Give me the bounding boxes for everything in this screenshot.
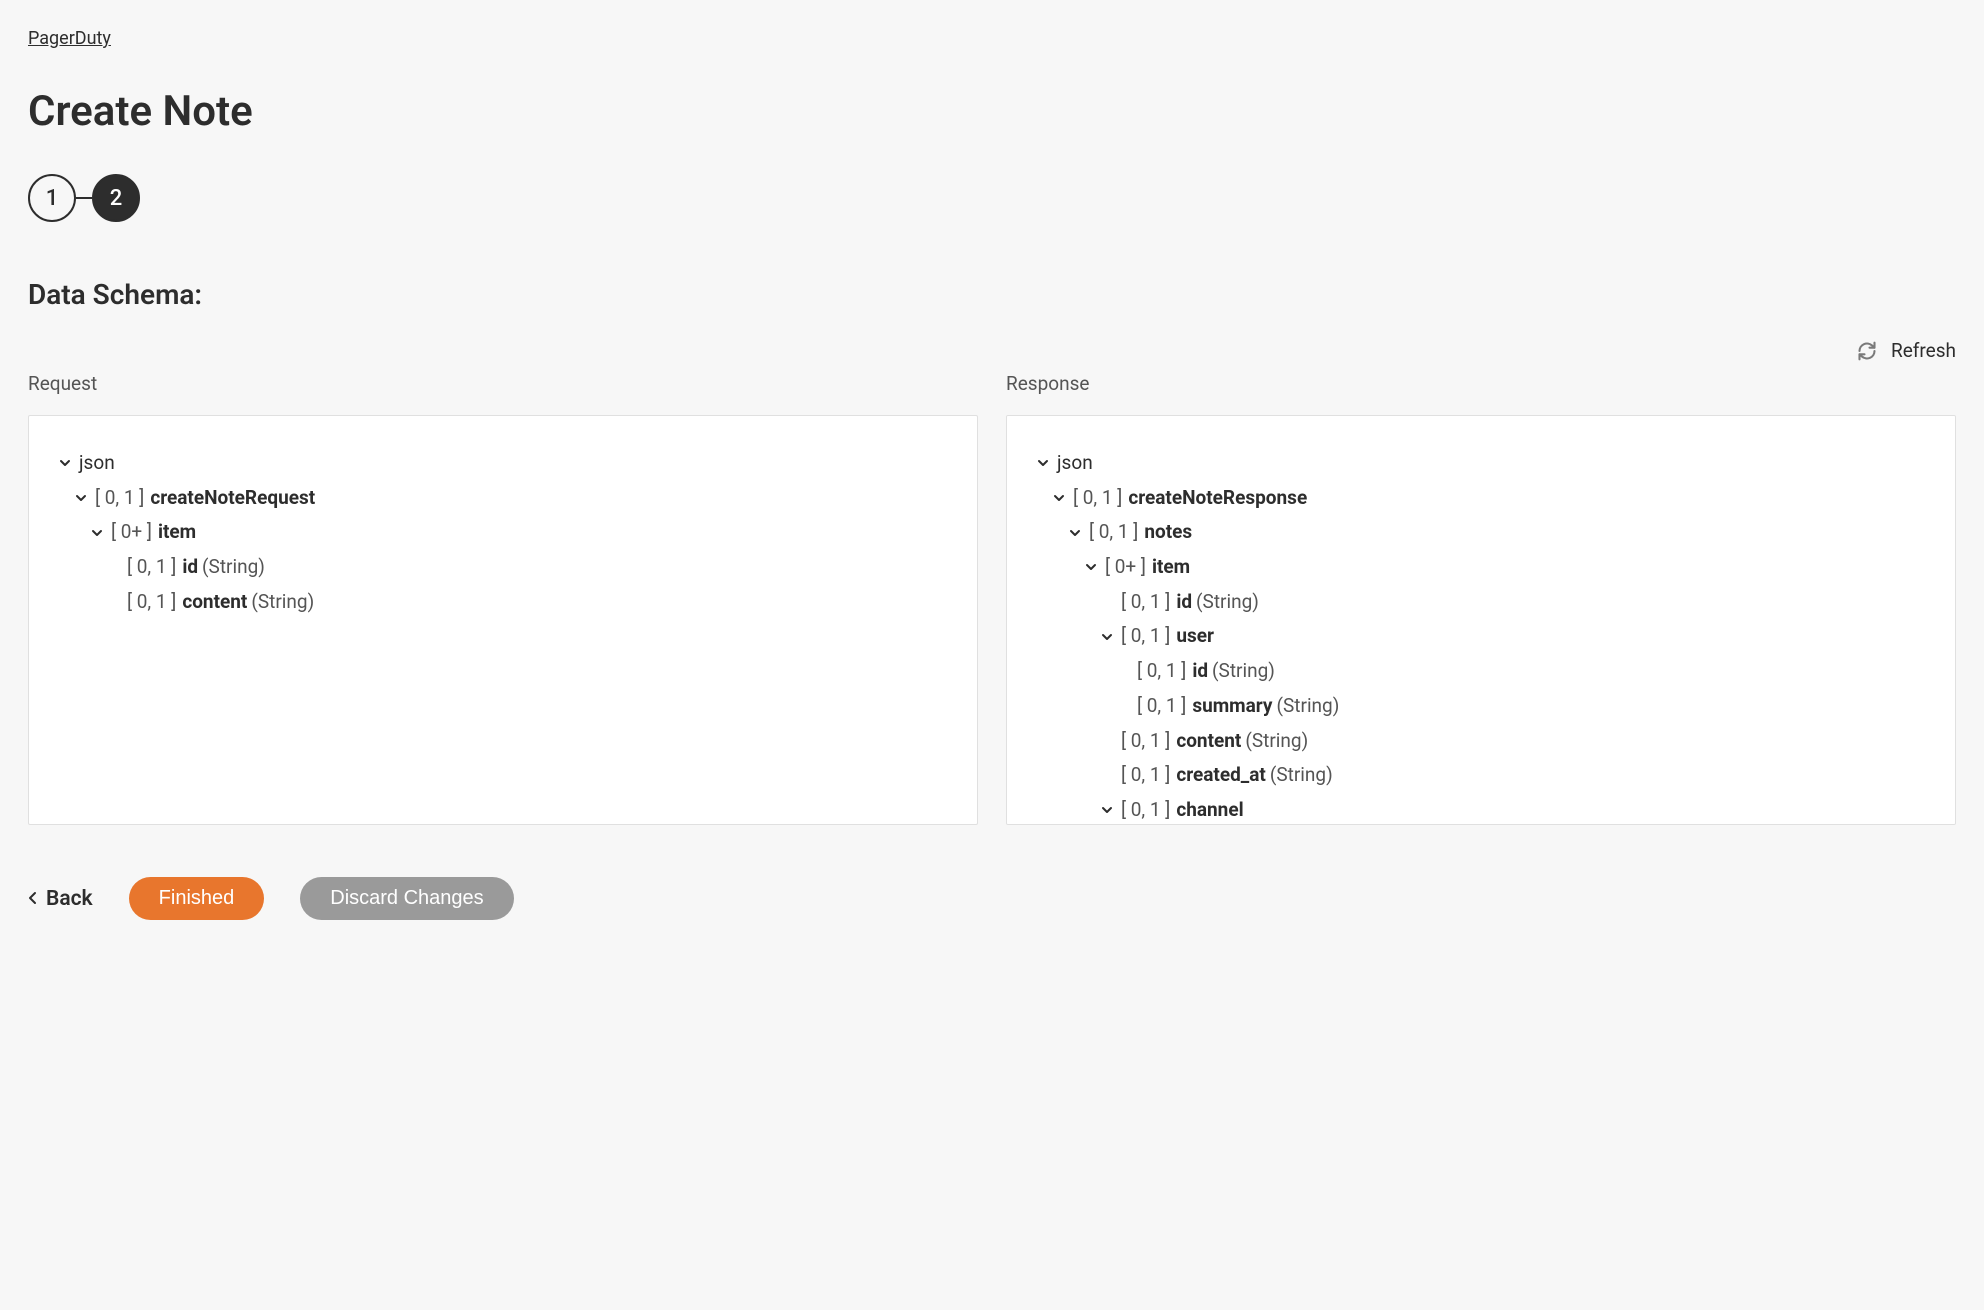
tree-row[interactable]: [ 0, 1 ]summary(String) xyxy=(1035,689,1927,724)
response-panel-label: Response xyxy=(1006,372,1956,395)
field-type: (String) xyxy=(1270,763,1333,788)
field-name: id xyxy=(182,555,198,580)
field-name: content xyxy=(182,590,247,615)
cardinality: [ 0, 1 ] xyxy=(1073,486,1122,511)
field-type: (String) xyxy=(1277,694,1340,719)
stepper: 1 2 xyxy=(28,174,1956,222)
chevron-down-icon[interactable] xyxy=(1051,491,1067,505)
field-type: (String) xyxy=(1245,729,1308,754)
tree-row[interactable]: [ 0+ ]item xyxy=(57,515,949,550)
cardinality: [ 0, 1 ] xyxy=(1121,729,1170,754)
request-panel: json[ 0, 1 ]createNoteRequest[ 0+ ]item[… xyxy=(28,415,978,825)
cardinality: [ 0, 1 ] xyxy=(95,486,144,511)
field-name: content xyxy=(1176,729,1241,754)
cardinality: [ 0, 1 ] xyxy=(1137,659,1186,684)
refresh-label: Refresh xyxy=(1891,339,1956,362)
tree-row[interactable]: [ 0+ ]item xyxy=(1035,550,1927,585)
refresh-icon xyxy=(1857,341,1877,361)
chevron-down-icon[interactable] xyxy=(1099,630,1115,644)
tree-row[interactable]: [ 0, 1 ]id(String) xyxy=(57,550,949,585)
page-title: Create Note xyxy=(28,87,1956,136)
request-panel-label: Request xyxy=(28,372,978,395)
chevron-left-icon xyxy=(28,887,38,911)
tree-row[interactable]: [ 0, 1 ]createNoteRequest xyxy=(57,481,949,516)
field-name: summary xyxy=(1192,694,1272,719)
tree-row[interactable]: json xyxy=(57,446,949,481)
tree-row[interactable]: [ 0, 1 ]user xyxy=(1035,619,1927,654)
cardinality: [ 0, 1 ] xyxy=(1121,624,1170,649)
cardinality: [ 0, 1 ] xyxy=(127,555,176,580)
chevron-down-icon[interactable] xyxy=(1035,456,1051,470)
tree-row[interactable]: [ 0, 1 ]id(String) xyxy=(1035,585,1927,620)
field-type: (String) xyxy=(202,555,265,580)
tree-row[interactable]: [ 0, 1 ]id(String) xyxy=(1035,654,1927,689)
tree-row[interactable]: [ 0, 1 ]createNoteResponse xyxy=(1035,481,1927,516)
tree-row[interactable]: [ 0, 1 ]notes xyxy=(1035,515,1927,550)
field-type: (String) xyxy=(1212,659,1275,684)
back-button[interactable]: Back xyxy=(28,887,93,911)
response-panel: json[ 0, 1 ]createNoteResponse[ 0, 1 ]no… xyxy=(1006,415,1956,825)
refresh-button[interactable]: Refresh xyxy=(1857,339,1956,362)
field-name: id xyxy=(1176,590,1192,615)
breadcrumb-link[interactable]: PagerDuty xyxy=(28,28,111,49)
field-name: createNoteResponse xyxy=(1128,486,1307,511)
field-name: notes xyxy=(1144,520,1192,545)
field-type: (String) xyxy=(1196,590,1259,615)
cardinality: [ 0+ ] xyxy=(111,520,152,545)
chevron-down-icon[interactable] xyxy=(1067,526,1083,540)
field-type: (String) xyxy=(251,590,314,615)
finished-button[interactable]: Finished xyxy=(129,877,265,920)
field-name: json xyxy=(79,451,115,476)
chevron-down-icon[interactable] xyxy=(73,491,89,505)
step-1[interactable]: 1 xyxy=(28,174,76,222)
field-name: createNoteRequest xyxy=(150,486,315,511)
chevron-down-icon[interactable] xyxy=(89,526,105,540)
cardinality: [ 0, 1 ] xyxy=(127,590,176,615)
field-name: created_at xyxy=(1176,763,1266,788)
step-connector xyxy=(76,197,92,199)
cardinality: [ 0, 1 ] xyxy=(1121,798,1170,823)
field-name: item xyxy=(158,520,196,545)
data-schema-heading: Data Schema: xyxy=(28,278,1956,311)
discard-button[interactable]: Discard Changes xyxy=(300,877,513,920)
field-name: json xyxy=(1057,451,1093,476)
chevron-down-icon[interactable] xyxy=(1083,560,1099,574)
field-name: user xyxy=(1176,624,1214,649)
tree-row[interactable]: [ 0, 1 ]content(String) xyxy=(1035,724,1927,759)
field-name: channel xyxy=(1176,798,1243,823)
tree-row[interactable]: [ 0, 1 ]content(String) xyxy=(57,585,949,620)
step-2[interactable]: 2 xyxy=(92,174,140,222)
tree-row[interactable]: [ 0, 1 ]channel xyxy=(1035,793,1927,825)
chevron-down-icon[interactable] xyxy=(1099,803,1115,817)
tree-row[interactable]: [ 0, 1 ]created_at(String) xyxy=(1035,758,1927,793)
tree-row[interactable]: json xyxy=(1035,446,1927,481)
cardinality: [ 0+ ] xyxy=(1105,555,1146,580)
chevron-down-icon[interactable] xyxy=(57,456,73,470)
field-name: item xyxy=(1152,555,1190,580)
cardinality: [ 0, 1 ] xyxy=(1121,763,1170,788)
cardinality: [ 0, 1 ] xyxy=(1089,520,1138,545)
cardinality: [ 0, 1 ] xyxy=(1137,694,1186,719)
cardinality: [ 0, 1 ] xyxy=(1121,590,1170,615)
back-label: Back xyxy=(46,887,93,911)
field-name: id xyxy=(1192,659,1208,684)
